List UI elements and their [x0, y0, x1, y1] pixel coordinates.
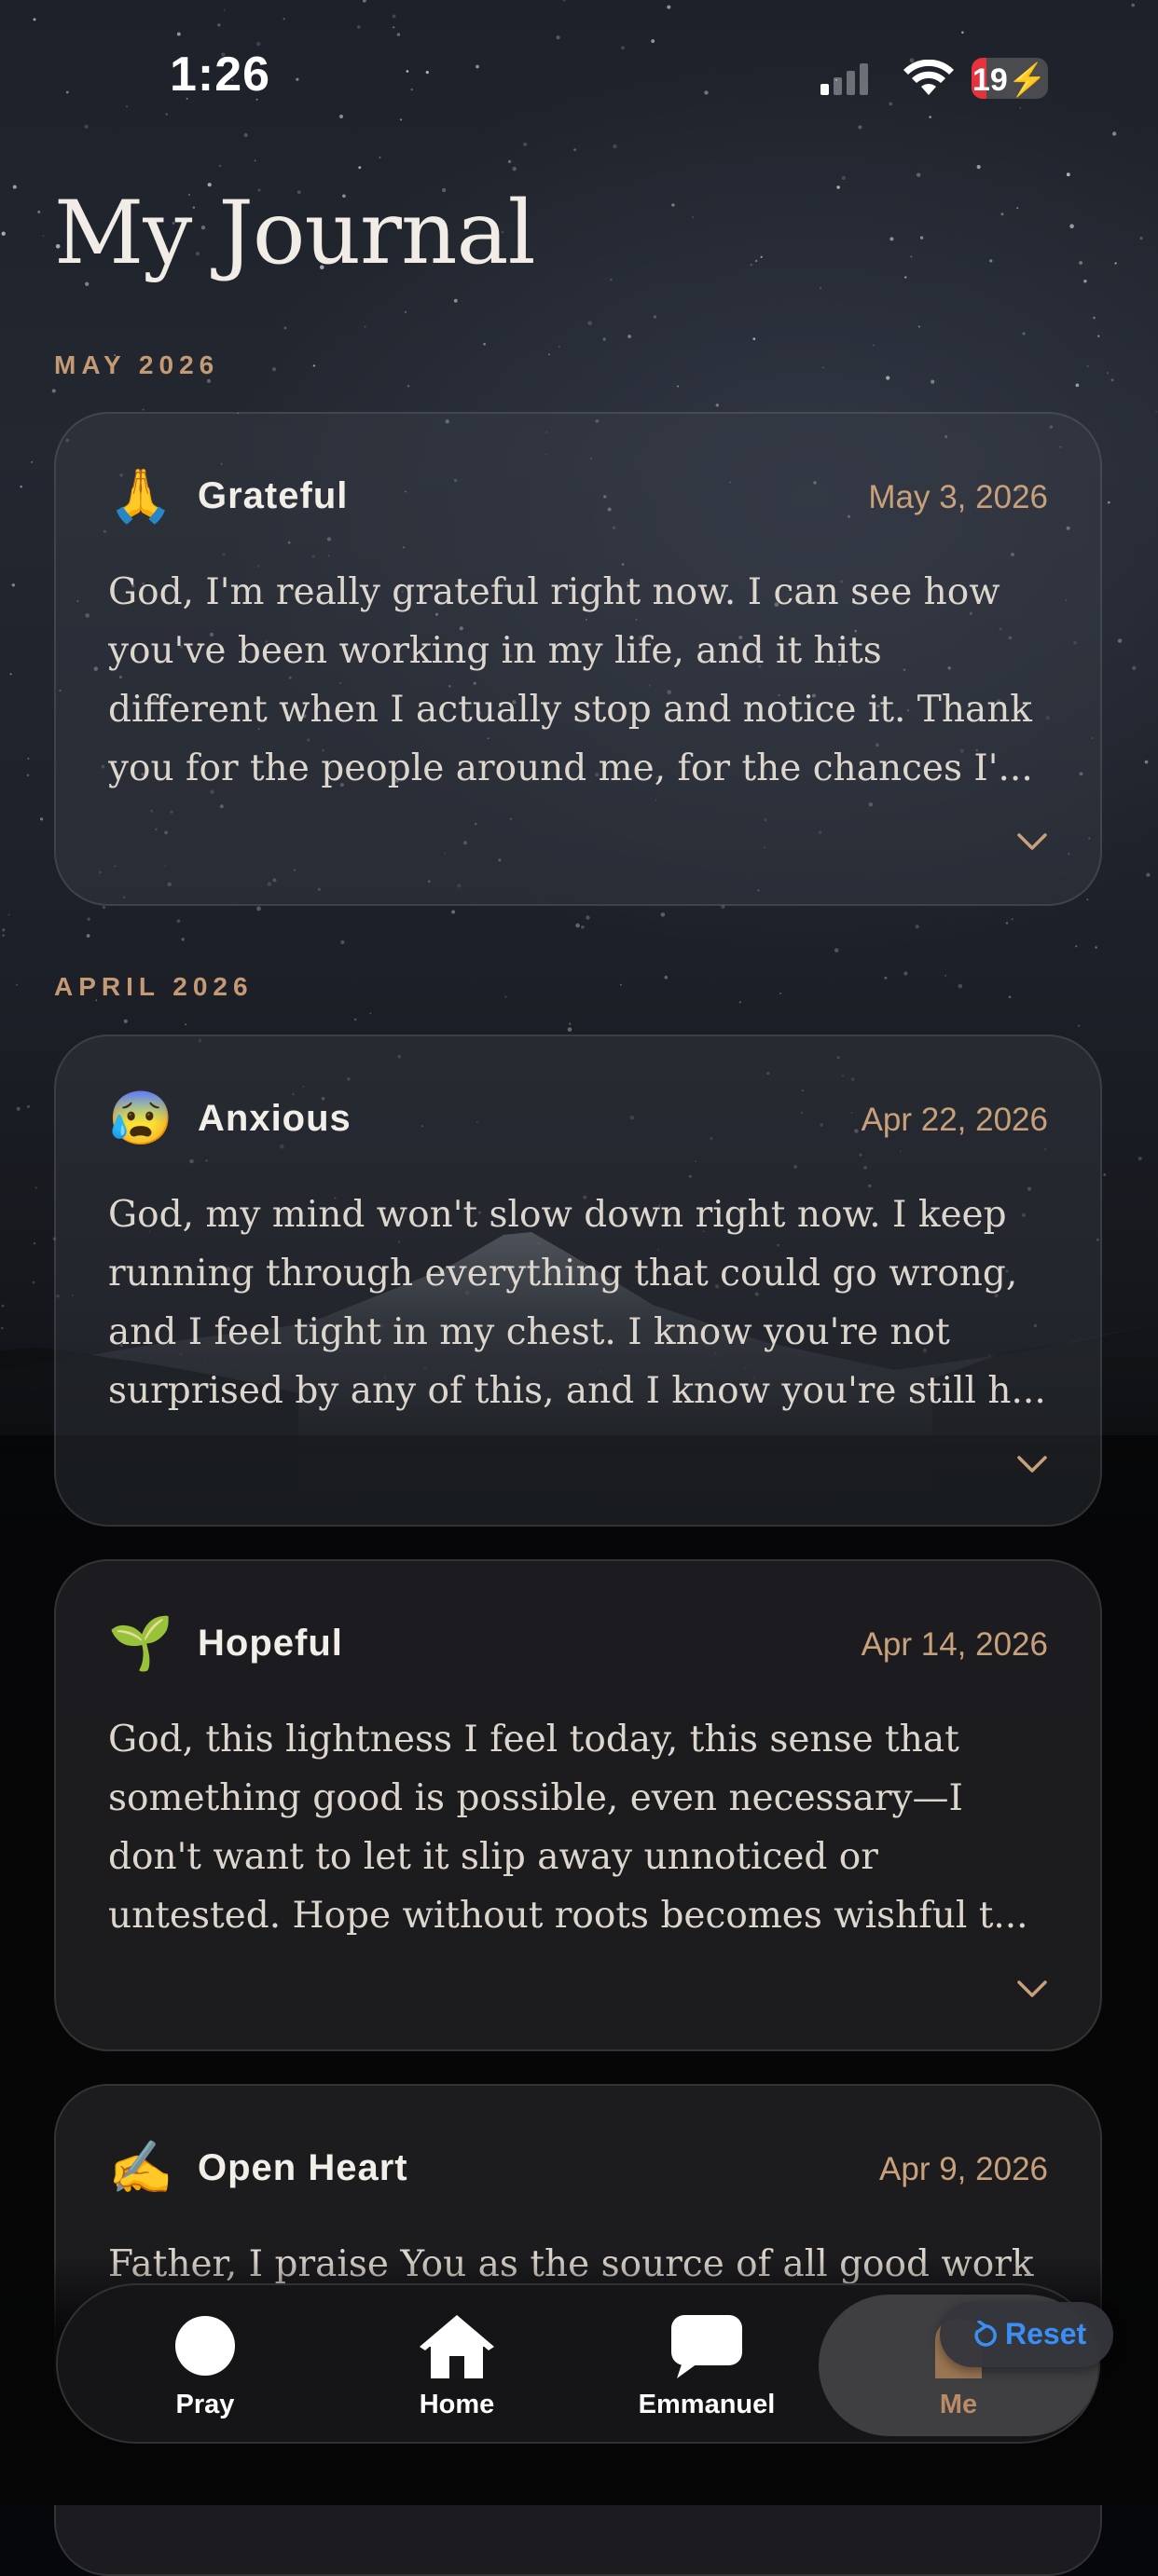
battery-charging-icon: 19⚡ [972, 58, 1048, 99]
journal-entry-card[interactable]: 😰 Anxious Apr 22, 2026 God, my mind won'… [54, 1035, 1102, 1527]
tab-label: Home [419, 2390, 495, 2419]
house-icon [420, 2315, 494, 2378]
journal-entry-card[interactable]: 🙏 Grateful May 3, 2026 God, I'm really g… [54, 412, 1102, 906]
entry-mood: Grateful [198, 475, 349, 516]
mood-emoji-icon: 😰 [108, 1089, 173, 1147]
tab-label: Emmanuel [638, 2390, 776, 2419]
reset-button[interactable]: Reset [940, 2302, 1113, 2367]
tab-label: Me [939, 2390, 978, 2419]
tab-bar: Pray Home Emmanuel Me [56, 2283, 1100, 2444]
entry-date: Apr 14, 2026 [861, 1626, 1048, 1663]
entry-date: May 3, 2026 [868, 479, 1048, 515]
cellular-signal-icon [820, 63, 868, 95]
chat-bubble-icon [671, 2315, 742, 2378]
entry-preview: God, I'm really grateful right now. I ca… [108, 571, 1033, 789]
status-bar: 1:26 19⚡ [0, 0, 1158, 149]
reset-label: Reset [1005, 2317, 1087, 2350]
entry-mood: Open Heart [198, 2147, 408, 2188]
mood-emoji-icon: ✍️ [108, 2138, 173, 2197]
entry-preview: God, my mind won't slow down right now. … [108, 1194, 1046, 1412]
chevron-down-icon[interactable] [1016, 1979, 1048, 1999]
tab-emmanuel[interactable]: Emmanuel [613, 2285, 800, 2446]
page-title: My Journal [54, 183, 536, 284]
entry-mood: Hopeful [198, 1623, 343, 1664]
chevron-down-icon[interactable] [1016, 1454, 1048, 1474]
tab-pray[interactable]: Pray [112, 2285, 298, 2446]
status-time: 1:26 [170, 48, 271, 102]
entry-preview: God, this lightness I feel today, this s… [108, 1719, 1028, 1937]
chevron-down-icon[interactable] [1016, 831, 1048, 852]
circle-icon [175, 2316, 235, 2376]
reset-arrow-icon [974, 2321, 997, 2347]
mood-emoji-icon: 🙏 [108, 466, 173, 525]
entry-date: Apr 22, 2026 [861, 1102, 1048, 1138]
journal-entry-card[interactable]: 🌱 Hopeful Apr 14, 2026 God, this lightne… [54, 1559, 1102, 2051]
tab-home[interactable]: Home [364, 2285, 550, 2446]
wifi-icon [903, 60, 954, 95]
entry-date: Apr 9, 2026 [879, 2151, 1048, 2187]
battery-level: 19 [972, 62, 1008, 98]
mood-emoji-icon: 🌱 [108, 1613, 173, 1672]
section-label-may: MAY 2026 [54, 350, 220, 379]
entry-mood: Anxious [198, 1098, 352, 1139]
tab-label: Pray [175, 2390, 235, 2419]
section-label-april: APRIL 2026 [54, 972, 254, 1001]
